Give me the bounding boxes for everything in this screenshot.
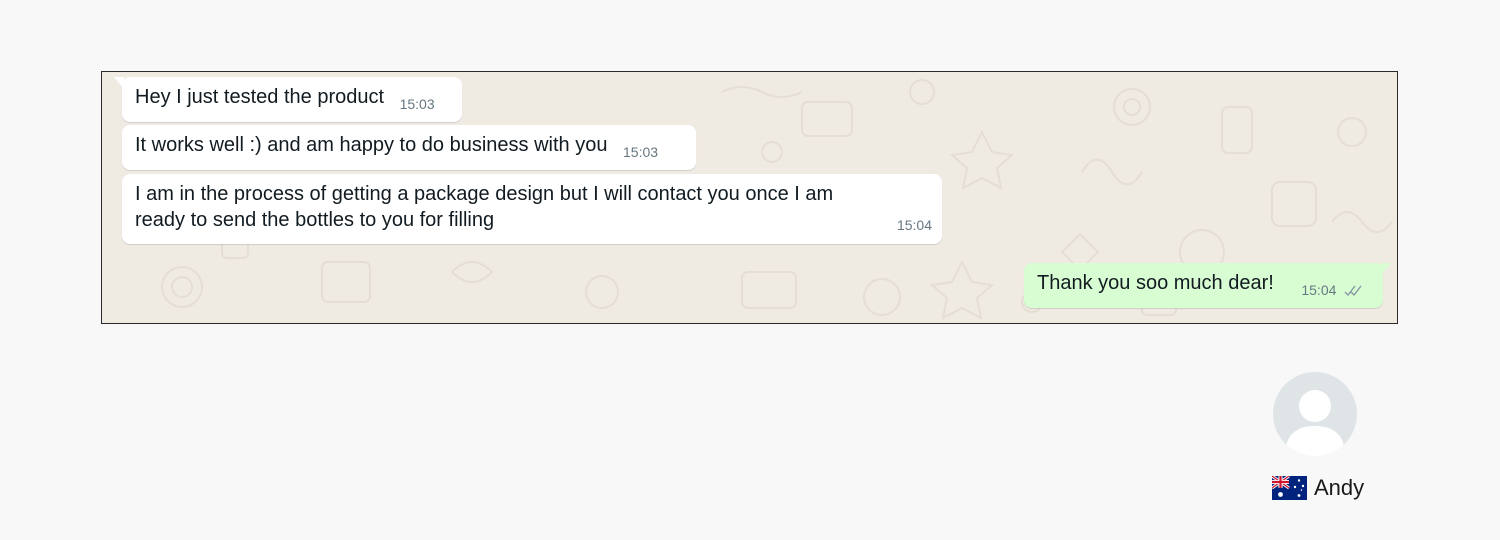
double-check-icon (1344, 285, 1362, 297)
chat-window: Hey I just tested the product 15:03 It w… (101, 71, 1398, 324)
message-timestamp-group: 15:04 (1301, 277, 1364, 303)
message-timestamp: 15:03 (399, 96, 435, 112)
message-bubble-incoming[interactable]: Hey I just tested the product 15:03 (114, 77, 462, 122)
message-text: Thank you soo much dear! (1037, 272, 1274, 294)
bubble-tail (1381, 263, 1391, 275)
bubble-tail (114, 77, 124, 89)
message-bubble-incoming[interactable]: I am in the process of getting a package… (122, 174, 942, 244)
message-timestamp: 15:04 (896, 217, 932, 233)
message-text: It works well :) and am happy to do busi… (135, 134, 608, 156)
contact-name-line: Andy (1272, 475, 1364, 501)
message-text: Hey I just tested the product (135, 86, 385, 108)
default-avatar-icon[interactable] (1273, 372, 1357, 456)
message-bubble-incoming[interactable]: It works well :) and am happy to do busi… (122, 125, 696, 170)
avatar-silhouette (1285, 390, 1345, 456)
message-timestamp: 15:04 (1301, 282, 1337, 298)
message-timestamp: 15:03 (623, 144, 659, 160)
contact-name: Andy (1314, 475, 1365, 500)
message-bubble-outgoing[interactable]: Thank you soo much dear! 15:04 (1024, 263, 1391, 308)
australia-flag-icon (1272, 476, 1307, 500)
message-text: I am in the process of getting a package… (135, 183, 834, 231)
